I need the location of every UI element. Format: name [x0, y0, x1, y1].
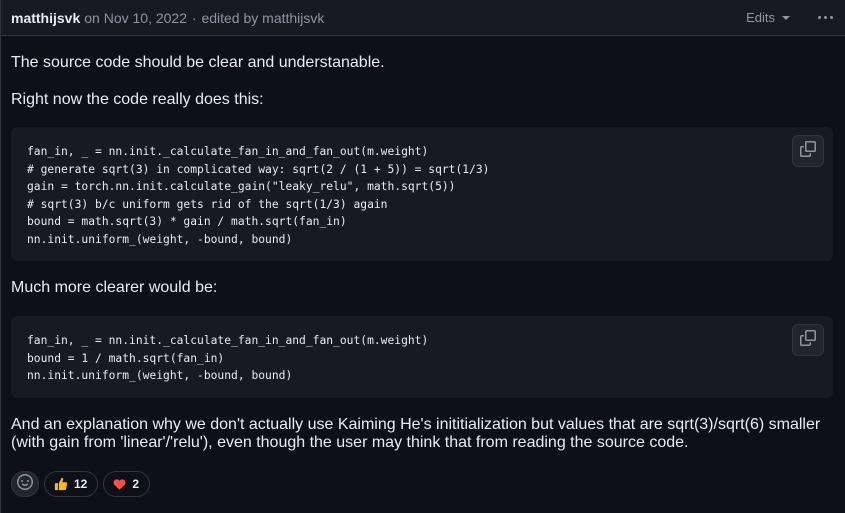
copy-button[interactable]	[792, 324, 824, 356]
meta-separator: ·	[191, 9, 197, 26]
comment-meta: on Nov 10, 2022 · edited by matthijsvk	[84, 10, 324, 26]
triangle-down-icon	[782, 16, 790, 20]
paragraph-current-code: Right now the code really does this:	[11, 91, 264, 108]
author-link[interactable]: matthijsvk	[11, 10, 80, 26]
edits-label: Edits	[746, 10, 775, 25]
code-block-current: fan_in, _ = nn.init._calculate_fan_in_an…	[11, 127, 833, 261]
copy-button[interactable]	[792, 135, 824, 167]
comment-header: matthijsvk on Nov 10, 2022 · edited by m…	[1, 0, 845, 36]
paragraph-intro: The source code should be clear and unde…	[11, 54, 385, 71]
paragraph-clearer: Much more clearer would be:	[11, 279, 218, 296]
reaction-thumbs-up-button[interactable]: 12	[44, 471, 99, 497]
add-reaction-button[interactable]	[11, 471, 39, 497]
code-block-text: fan_in, _ = nn.init._calculate_fan_in_an…	[27, 334, 429, 383]
issue-comment: matthijsvk on Nov 10, 2022 · edited by m…	[0, 0, 845, 513]
edited-by-text: edited by matthijsvk	[201, 9, 325, 26]
smiley-icon	[17, 473, 33, 495]
reactions-bar: 12 2	[11, 471, 151, 497]
paragraph-explanation: And an explanation why we don't actually…	[11, 416, 821, 451]
kebab-horizontal-icon[interactable]	[816, 12, 835, 23]
edits-dropdown[interactable]: Edits	[746, 10, 790, 25]
copy-icon	[800, 140, 816, 162]
reaction-count: 12	[74, 477, 88, 491]
copy-icon	[800, 329, 816, 351]
code-block-text: fan_in, _ = nn.init._calculate_fan_in_an…	[27, 145, 490, 246]
heart-icon	[113, 478, 126, 491]
code-block-proposed: fan_in, _ = nn.init._calculate_fan_in_an…	[11, 316, 833, 398]
thumbs-up-icon	[54, 477, 68, 491]
reaction-count: 2	[132, 477, 140, 491]
comment-date[interactable]: on Nov 10, 2022	[84, 10, 187, 26]
reaction-heart-button[interactable]: 2	[103, 471, 151, 497]
